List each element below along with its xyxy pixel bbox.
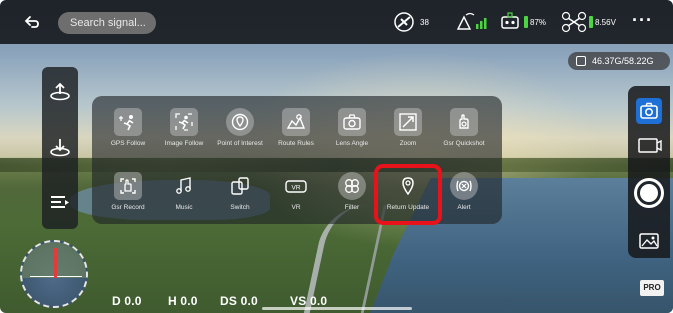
attitude-compass [20,240,88,308]
vr-icon: VR [282,172,310,200]
horizontal-speed-readout: DS 0.0 [220,294,258,308]
remote-battery-bar [524,16,528,28]
more-dots-icon[interactable]: ··· [632,10,653,31]
alert-icon [450,172,478,200]
menu-item-filter[interactable]: Filter [322,166,382,218]
drone-battery-status: 8.56V [561,11,616,33]
menu-item-music[interactable]: Music [154,166,214,218]
height-readout: H 0.0 [168,294,198,308]
menu-item-route-rules[interactable]: Route Rules [266,102,326,154]
menu-item-image-follow[interactable]: Image Follow [154,102,214,154]
video-mode-icon[interactable] [636,132,662,158]
remote-battery-percent: 87% [530,17,547,27]
menu-item-label: Alert [457,204,471,211]
antenna-signal-icon [456,12,487,30]
filter-icon [338,172,366,200]
photo-mode-icon[interactable] [636,98,662,124]
storage-indicator: 46.37G/58.22G [568,52,670,70]
menu-item-zoom[interactable]: Zoom [378,102,438,154]
menu-item-label: VR [291,204,301,211]
gps-satellite-icon [394,12,414,32]
zoom-icon [394,108,422,136]
gallery-icon[interactable] [636,228,662,254]
vertical-speed-readout: VS 0.0 [290,294,328,308]
menu-item-label: Switch [230,204,250,211]
image-follow-icon [170,108,198,136]
menu-item-switch[interactable]: Switch [210,166,270,218]
signal-status [454,11,488,33]
flight-control-panel [42,67,78,229]
sd-card-icon [576,56,586,66]
menu-item-label: Point of Interest [217,140,263,147]
menu-item-vr[interactable]: VR VR [266,166,326,218]
takeoff-icon[interactable] [48,79,72,103]
menu-item-label: Route Rules [278,140,314,147]
gesture-record-icon [114,172,142,200]
storage-text: 46.37G/58.22G [592,56,654,66]
compass-heading-needle [54,248,57,278]
menu-item-gps-follow[interactable]: GPS Follow [98,102,158,154]
menu-item-label: Gsr Record [111,204,145,211]
return-update-highlight [374,164,442,225]
quickshot-icon [450,108,478,136]
gps-count: 38 [420,17,429,27]
camera-panel [628,86,670,258]
menu-item-lens-angle[interactable]: Lens Angle [322,102,382,154]
menu-item-label: Gsr Quickshot [443,140,485,147]
drone-voltage: 8.56V [595,17,616,27]
menu-item-point-of-interest[interactable]: Point of Interest [210,102,270,154]
lens-angle-icon [338,108,366,136]
menu-item-label: Image Follow [164,140,204,147]
music-icon [170,172,198,200]
top-status-bar: Search signal... 38 87% 8.56V ··· [0,0,673,44]
drone-camera-view: Search signal... 38 87% 8.56V ··· 46.37G… [0,0,673,313]
menu-list-icon[interactable] [48,191,72,215]
back-arrow-icon[interactable] [24,14,40,30]
menu-item-label: Music [175,204,193,211]
remote-controller-icon [501,12,519,29]
search-input[interactable]: Search signal... [58,12,156,34]
gps-status: 38 [392,11,429,33]
shutter-button[interactable] [634,178,664,208]
menu-item-alert[interactable]: Alert [434,166,494,218]
menu-item-gesture-record[interactable]: Gsr Record [98,166,158,218]
drone-icon [561,11,587,33]
point-of-interest-icon [226,108,254,136]
route-rules-icon [282,108,310,136]
menu-item-label: Zoom [399,140,417,147]
menu-item-label: Lens Angle [335,140,369,147]
menu-item-label: GPS Follow [110,140,146,147]
distance-readout: D 0.0 [112,294,142,308]
vr-badge-text: VR [291,185,300,192]
drone-battery-bar [589,16,593,28]
pro-mode-button[interactable]: PRO [640,280,664,296]
menu-item-label: Filter [344,204,360,211]
switch-icon [226,172,254,200]
menu-item-quickshot[interactable]: Gsr Quickshot [434,102,494,154]
landing-icon[interactable] [48,135,72,159]
remote-battery-status: 87% [500,11,546,33]
home-indicator [262,307,412,310]
gps-follow-icon [114,108,142,136]
